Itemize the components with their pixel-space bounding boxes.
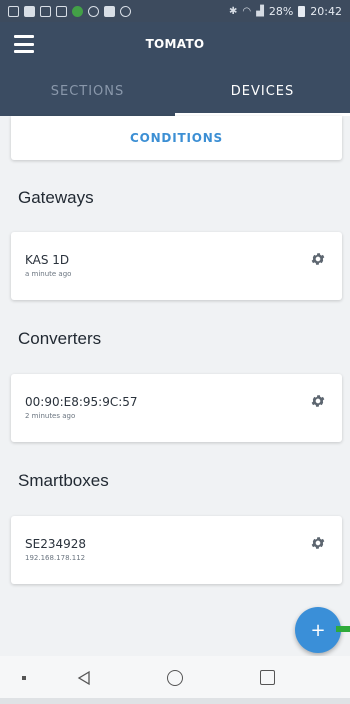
gear-icon[interactable]: [310, 251, 326, 267]
back-icon[interactable]: [76, 670, 92, 686]
mail-icon: [56, 5, 67, 17]
section-title-smartboxes: Smartboxes: [18, 471, 109, 490]
device-name: 00:90:E8:95:9C:57: [25, 395, 138, 409]
menu-icon[interactable]: [14, 35, 34, 53]
battery-icon: [298, 5, 306, 17]
clock: 20:42: [310, 4, 342, 18]
app-bar: TOMATO: [0, 22, 350, 66]
home-icon[interactable]: [167, 670, 183, 686]
battery-percent: 28%: [268, 4, 294, 18]
status-icons-right: ✱ ◠ ▟ 28% 20:42: [229, 5, 342, 18]
video-icon: [104, 5, 115, 17]
wifi-icon: ◠: [242, 5, 252, 17]
gear-icon[interactable]: [310, 535, 326, 551]
app-title: TOMATO: [145, 37, 205, 51]
nav-dot-icon: [22, 676, 26, 680]
device-last-seen: 2 minutes ago: [25, 412, 76, 420]
conditions-button[interactable]: CONDITIONS: [11, 116, 342, 160]
device-card-gateway[interactable]: KAS 1D a minute ago: [11, 232, 342, 300]
device-card-converter[interactable]: 00:90:E8:95:9C:57 2 minutes ago: [11, 374, 342, 442]
device-name: SE234928: [25, 537, 87, 551]
gallery-icon: [8, 5, 19, 17]
tab-bar: SECTIONS DEVICES: [0, 66, 350, 116]
tab-sections[interactable]: SECTIONS: [0, 66, 175, 116]
device-ip: 192.168.178.112: [25, 554, 86, 562]
signal-icon: ▟: [256, 5, 264, 17]
status-bar: ✱ ◠ ▟ 28% 20:42: [0, 0, 350, 22]
system-nav-bar: [0, 656, 350, 704]
recent-apps-icon[interactable]: [260, 670, 275, 685]
status-icons-left: [8, 5, 131, 17]
device-last-seen: a minute ago: [25, 270, 72, 278]
gear-icon[interactable]: [310, 393, 326, 409]
add-device-button[interactable]: +: [295, 607, 341, 653]
tab-devices[interactable]: DEVICES: [175, 66, 350, 116]
record-icon: [120, 5, 131, 17]
device-name: KAS 1D: [25, 253, 70, 267]
screen: ✱ ◠ ▟ 28% 20:42 TOMATO SECTIONS DEVICES …: [0, 0, 350, 704]
device-card-smartbox[interactable]: SE234928 192.168.178.112: [11, 516, 342, 584]
bluetooth-icon: ✱: [229, 5, 238, 17]
section-title-gateways: Gateways: [18, 188, 94, 207]
pointer-indicator: [336, 626, 350, 632]
flag-icon: [24, 5, 35, 17]
camera-icon: [88, 5, 99, 17]
app-icon: [72, 5, 83, 17]
image-icon: [40, 5, 51, 17]
devices-list: CONDITIONS Gateways KAS 1D a minute ago …: [0, 116, 350, 656]
section-title-converters: Converters: [18, 329, 102, 348]
